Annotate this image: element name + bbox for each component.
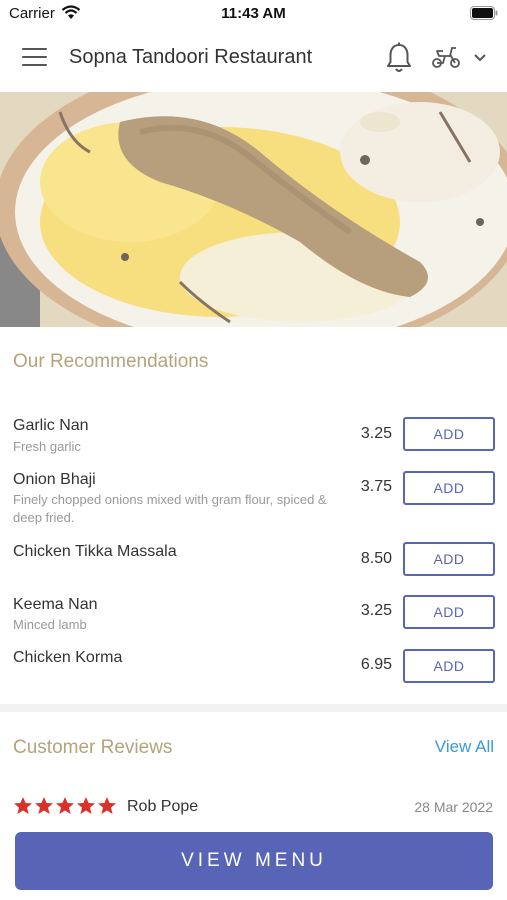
page-title: Sopna Tandoori Restaurant xyxy=(69,46,313,68)
item-price: 3.75 xyxy=(360,478,392,495)
add-button[interactable]: ADD xyxy=(403,417,495,451)
battery-icon xyxy=(470,6,498,20)
star-icon xyxy=(14,797,32,814)
hero-image xyxy=(0,92,507,327)
app-header: Sopna Tandoori Restaurant xyxy=(0,28,507,92)
item-price: 8.50 xyxy=(360,550,392,567)
section-divider xyxy=(0,704,507,712)
item-name: Garlic Nan xyxy=(13,417,89,434)
view-all-link[interactable]: View All xyxy=(435,737,494,757)
reviews-title: Customer Reviews xyxy=(13,737,173,758)
item-description: Finely chopped onions mixed with gram fl… xyxy=(13,492,327,525)
review-date: 28 Mar 2022 xyxy=(414,799,493,815)
chevron-down-icon[interactable] xyxy=(473,53,487,63)
item-price: 6.95 xyxy=(360,656,392,673)
item-description: Fresh garlic xyxy=(13,439,81,454)
item-name: Onion Bhaji xyxy=(13,471,96,488)
recommendations-title: Our Recommendations xyxy=(13,351,209,372)
bell-icon[interactable] xyxy=(385,42,413,74)
view-menu-button[interactable]: VIEW MENU xyxy=(15,832,493,890)
add-button[interactable]: ADD xyxy=(403,542,495,576)
item-description: Minced lamb xyxy=(13,617,87,632)
add-button[interactable]: ADD xyxy=(403,471,495,505)
star-icon xyxy=(77,797,95,814)
add-button[interactable]: ADD xyxy=(403,649,495,683)
scooter-icon[interactable] xyxy=(431,45,461,69)
star-icon xyxy=(56,797,74,814)
add-button[interactable]: ADD xyxy=(403,595,495,629)
item-price: 3.25 xyxy=(360,602,392,619)
rating-stars xyxy=(13,796,117,816)
star-icon xyxy=(35,797,53,814)
item-name: Chicken Tikka Massala xyxy=(13,543,177,560)
reviewer-name: Rob Pope xyxy=(127,798,199,815)
item-name: Keema Nan xyxy=(13,596,98,613)
menu-icon[interactable] xyxy=(22,48,48,70)
item-price: 3.25 xyxy=(360,425,392,442)
status-bar: Carrier 11:43 AM xyxy=(0,0,507,28)
star-icon xyxy=(98,797,116,814)
status-time: 11:43 AM xyxy=(221,5,286,22)
item-name: Chicken Korma xyxy=(13,649,123,666)
